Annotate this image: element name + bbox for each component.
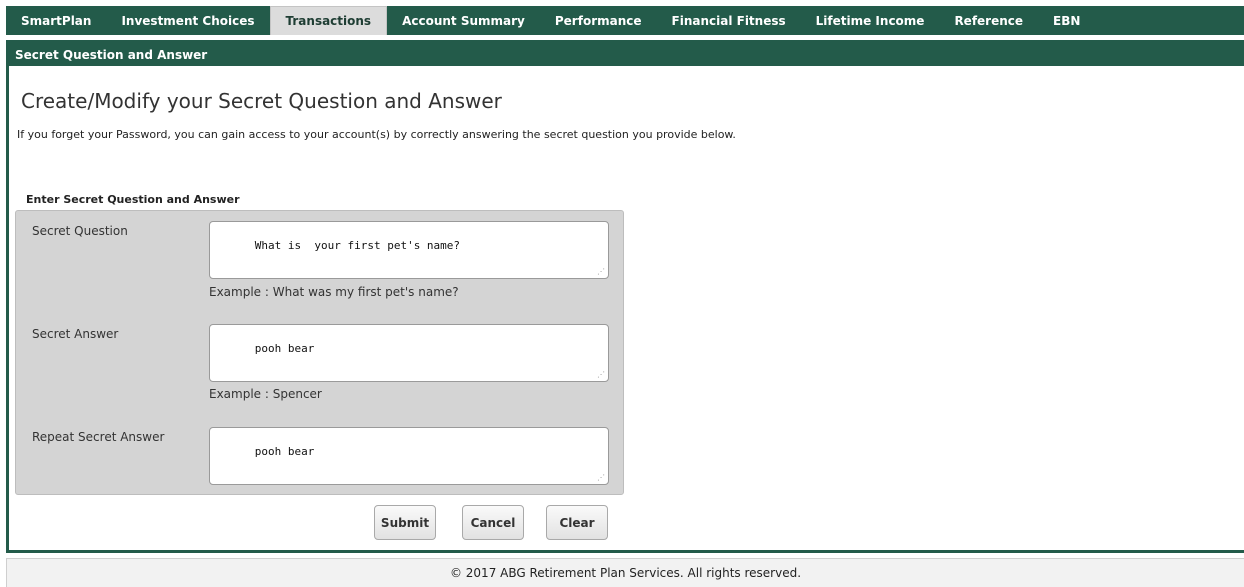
secret-answer-value: pooh bear: [254, 342, 315, 355]
section-header: Secret Question and Answer: [9, 43, 1244, 66]
tab-financial-fitness[interactable]: Financial Fitness: [657, 6, 801, 35]
repeat-answer-value: pooh bear: [254, 445, 315, 458]
clear-button[interactable]: Clear: [546, 505, 608, 540]
secret-question-field[interactable]: What is your first pet's name? ⋰: [209, 221, 609, 279]
footer: © 2017 ABG Retirement Plan Services. All…: [6, 558, 1244, 587]
secret-answer-label: Secret Answer: [32, 327, 119, 341]
resize-grip-icon[interactable]: ⋰: [597, 371, 605, 379]
tab-lifetime-income[interactable]: Lifetime Income: [801, 6, 940, 35]
copyright-text: © 2017 ABG Retirement Plan Services. All…: [449, 566, 802, 580]
resize-grip-icon[interactable]: ⋰: [597, 268, 605, 276]
repeat-answer-label: Repeat Secret Answer: [32, 430, 165, 444]
secret-answer-example: Example : Spencer: [209, 387, 322, 401]
cancel-button[interactable]: Cancel: [462, 505, 524, 540]
secret-question-label: Secret Question: [32, 224, 128, 238]
secret-question-value: What is your first pet's name?: [254, 239, 461, 252]
secret-answer-field[interactable]: pooh bear ⋰: [209, 324, 609, 382]
repeat-answer-field[interactable]: pooh bear ⋰: [209, 427, 609, 485]
secret-form-panel: Secret Question What is your first pet's…: [15, 210, 624, 495]
main-nav: SmartPlan Investment Choices Transaction…: [6, 6, 1244, 35]
tab-performance[interactable]: Performance: [540, 6, 657, 35]
tab-ebn[interactable]: EBN: [1038, 6, 1095, 35]
submit-button[interactable]: Submit: [374, 505, 436, 540]
intro-text: If you forget your Password, you can gai…: [17, 128, 736, 141]
page-title: Create/Modify your Secret Question and A…: [21, 89, 502, 113]
tab-account-summary[interactable]: Account Summary: [387, 6, 540, 35]
content-frame: Secret Question and Answer Create/Modify…: [6, 40, 1244, 553]
tab-investment-choices[interactable]: Investment Choices: [106, 6, 269, 35]
tab-transactions[interactable]: Transactions: [269, 6, 388, 35]
secret-question-example: Example : What was my first pet's name?: [209, 285, 459, 299]
tab-reference[interactable]: Reference: [939, 6, 1038, 35]
form-heading: Enter Secret Question and Answer: [26, 193, 240, 206]
tab-smartplan[interactable]: SmartPlan: [6, 6, 106, 35]
resize-grip-icon[interactable]: ⋰: [597, 474, 605, 482]
